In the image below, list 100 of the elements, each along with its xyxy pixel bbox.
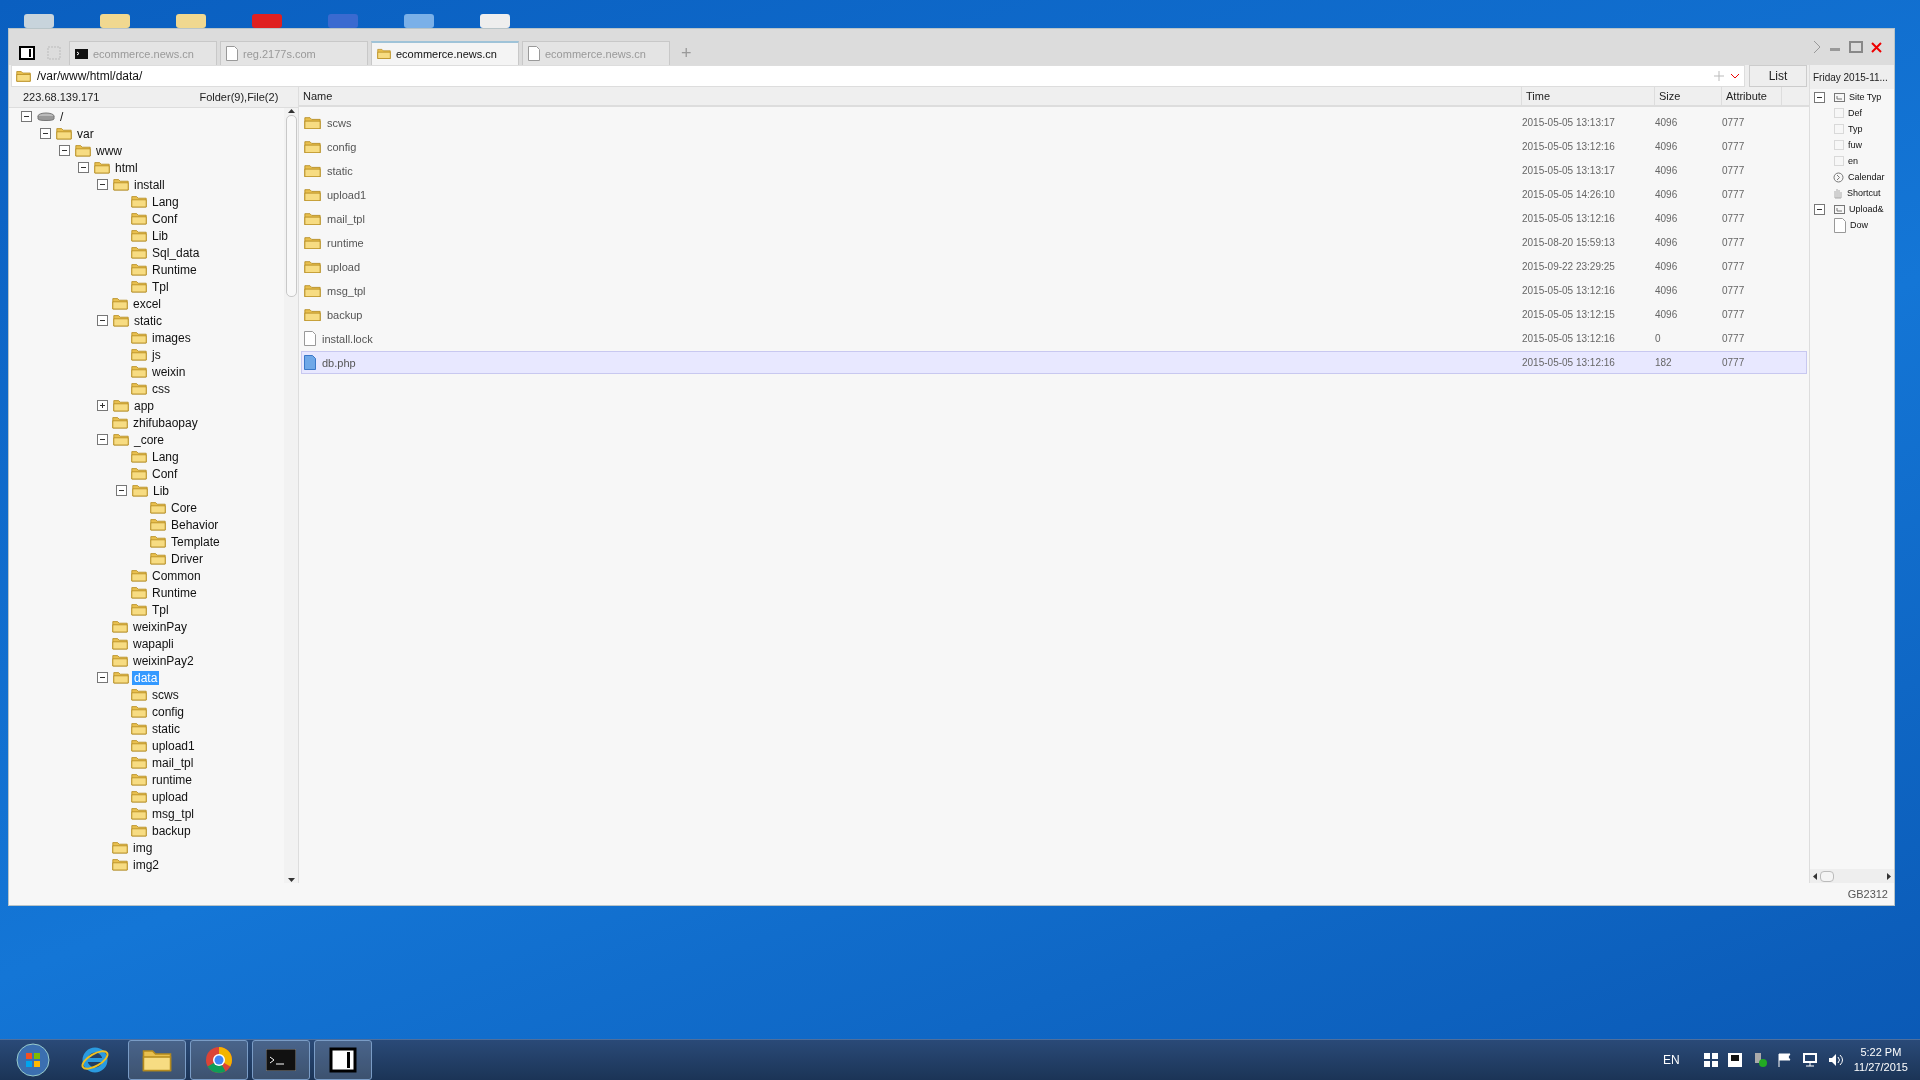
tree-item[interactable]: / bbox=[58, 109, 66, 124]
tree-item[interactable]: Template bbox=[169, 534, 222, 549]
tree-item[interactable]: Tpl bbox=[150, 279, 171, 294]
tree-item[interactable]: upload1 bbox=[150, 738, 197, 753]
collapse-toggle[interactable] bbox=[21, 111, 32, 122]
tree-item[interactable]: var bbox=[75, 126, 96, 141]
file-row[interactable]: upload1 2015-05-05 14:26:10 4096 0777 bbox=[301, 183, 1807, 206]
scroll-right-icon[interactable] bbox=[1887, 872, 1891, 880]
column-header[interactable]: Name bbox=[299, 87, 1521, 107]
close-icon[interactable] bbox=[1871, 41, 1882, 53]
tree-item[interactable]: Lib bbox=[151, 483, 171, 498]
desktop-icon[interactable] bbox=[174, 14, 208, 28]
panel-item[interactable]: Typ bbox=[1848, 124, 1863, 134]
panel-item[interactable]: Calendar bbox=[1848, 172, 1885, 182]
horizontal-scrollbar[interactable] bbox=[1810, 869, 1894, 883]
scrollbar-thumb[interactable] bbox=[285, 115, 297, 297]
collapse-toggle[interactable] bbox=[59, 145, 70, 156]
collapse-toggle[interactable] bbox=[97, 315, 108, 326]
tree-item[interactable]: Runtime bbox=[150, 585, 199, 600]
tree-item[interactable]: msg_tpl bbox=[150, 806, 197, 821]
tree-item[interactable]: wapapli bbox=[131, 636, 176, 651]
file-row[interactable]: install.lock 2015-05-05 13:12:16 0 0777 bbox=[301, 327, 1807, 350]
file-row[interactable]: msg_tpl 2015-05-05 13:12:16 4096 0777 bbox=[301, 279, 1807, 302]
collapse-toggle[interactable] bbox=[97, 672, 108, 683]
scroll-left-icon[interactable] bbox=[1813, 872, 1817, 880]
collapse-toggle[interactable] bbox=[1814, 91, 1825, 103]
desktop-icon[interactable] bbox=[22, 14, 56, 28]
desktop-icon[interactable] bbox=[478, 14, 512, 28]
browser-tab[interactable]: ecommerce.news.cn bbox=[371, 41, 519, 65]
tree-item[interactable]: js bbox=[150, 347, 163, 362]
chevron-down-icon[interactable] bbox=[1730, 73, 1740, 79]
box-icon[interactable] bbox=[1727, 1053, 1742, 1067]
network-icon[interactable] bbox=[1801, 1053, 1818, 1067]
file-row[interactable]: mail_tpl 2015-05-05 13:12:16 4096 0777 bbox=[301, 207, 1807, 230]
tree-item[interactable]: weixinPay2 bbox=[131, 653, 196, 668]
desktop-icon[interactable] bbox=[402, 14, 436, 28]
tree-item[interactable]: weixin bbox=[150, 364, 188, 379]
column-header[interactable]: Time bbox=[1521, 87, 1654, 107]
tree-item[interactable]: runtime bbox=[150, 772, 194, 787]
tree-item[interactable]: excel bbox=[131, 296, 163, 311]
tree-item[interactable]: Lang bbox=[150, 194, 181, 209]
panel-item[interactable]: Shortcut bbox=[1847, 188, 1881, 198]
tree-item[interactable]: weixinPay bbox=[131, 619, 190, 634]
clock[interactable]: 5:22 PM 11/27/2015 bbox=[1853, 1045, 1908, 1075]
tree-item[interactable]: Core bbox=[169, 500, 199, 515]
tree-item[interactable]: Common bbox=[150, 568, 203, 583]
maximize-icon[interactable] bbox=[1849, 41, 1863, 53]
tree-item[interactable]: img2 bbox=[131, 857, 161, 872]
flag-icon[interactable] bbox=[1777, 1053, 1792, 1067]
collapse-toggle[interactable] bbox=[78, 162, 89, 173]
tree-item[interactable]: scws bbox=[150, 687, 181, 702]
folder-taskbar-icon[interactable] bbox=[128, 1040, 186, 1080]
sidebar-toggle-icon[interactable] bbox=[19, 46, 35, 60]
panel-item[interactable]: Dow bbox=[1850, 220, 1868, 230]
tree-item[interactable]: Behavior bbox=[169, 517, 221, 532]
tree-item[interactable]: Sql_data bbox=[150, 245, 202, 260]
panel-item[interactable]: Def bbox=[1848, 108, 1862, 118]
tree-item[interactable]: static bbox=[132, 313, 164, 328]
file-row[interactable]: scws 2015-05-05 13:13:17 4096 0777 bbox=[301, 111, 1807, 134]
tree-item[interactable]: config bbox=[150, 704, 187, 719]
windows-icon[interactable] bbox=[1703, 1053, 1718, 1067]
column-header[interactable]: Size bbox=[1654, 87, 1721, 107]
collapse-toggle[interactable] bbox=[40, 128, 51, 139]
path-field[interactable]: /var/www/html/data/ bbox=[11, 65, 1745, 87]
panel-item[interactable]: Upload& bbox=[1849, 204, 1884, 214]
tree-item[interactable]: images bbox=[150, 330, 193, 345]
tree-item[interactable]: zhifubaopay bbox=[131, 415, 200, 430]
panel-item[interactable]: Site Typ bbox=[1849, 92, 1882, 102]
tree-item[interactable]: Lib bbox=[150, 228, 170, 243]
tree-item[interactable]: Lang bbox=[150, 449, 181, 464]
tree-item[interactable]: install bbox=[132, 177, 167, 192]
tree-item[interactable]: app bbox=[132, 398, 157, 413]
speaker-icon[interactable] bbox=[1827, 1053, 1844, 1067]
tree-item[interactable]: html bbox=[113, 160, 140, 175]
tree-item[interactable]: upload bbox=[150, 789, 191, 804]
tree-item[interactable]: Tpl bbox=[150, 602, 171, 617]
file-row[interactable]: static 2015-05-05 13:13:17 4096 0777 bbox=[301, 159, 1807, 182]
tree-item[interactable]: backup bbox=[150, 823, 193, 838]
desktop-icon[interactable] bbox=[98, 14, 132, 28]
file-row[interactable]: backup 2015-05-05 13:12:15 4096 0777 bbox=[301, 303, 1807, 326]
tree-item[interactable]: mail_tpl bbox=[150, 755, 196, 770]
tree-item[interactable]: www bbox=[94, 143, 124, 158]
list-view-button[interactable]: List bbox=[1749, 65, 1807, 87]
tree-item[interactable]: _core bbox=[132, 432, 167, 447]
expand-toggle[interactable] bbox=[97, 400, 108, 411]
chrome-icon[interactable] bbox=[190, 1040, 248, 1080]
file-row[interactable]: db.php 2015-05-05 13:12:16 182 0777 bbox=[301, 351, 1807, 374]
terminal-taskbar-icon[interactable] bbox=[252, 1040, 310, 1080]
vertical-scrollbar[interactable] bbox=[284, 108, 298, 883]
tree-item[interactable]: img bbox=[131, 840, 155, 855]
tree-item[interactable]: static bbox=[150, 721, 182, 736]
tree-item[interactable]: Runtime bbox=[150, 262, 199, 277]
file-row[interactable]: config 2015-05-05 13:12:16 4096 0777 bbox=[301, 135, 1807, 158]
column-header[interactable]: Attribute bbox=[1721, 87, 1781, 107]
collapse-toggle[interactable] bbox=[1814, 203, 1825, 215]
collapse-toggle[interactable] bbox=[97, 434, 108, 445]
collapse-toggle[interactable] bbox=[116, 485, 127, 496]
panel-item[interactable]: fuw bbox=[1848, 140, 1862, 150]
tree-item[interactable]: Conf bbox=[150, 466, 180, 481]
tree-item[interactable]: Driver bbox=[169, 551, 205, 566]
